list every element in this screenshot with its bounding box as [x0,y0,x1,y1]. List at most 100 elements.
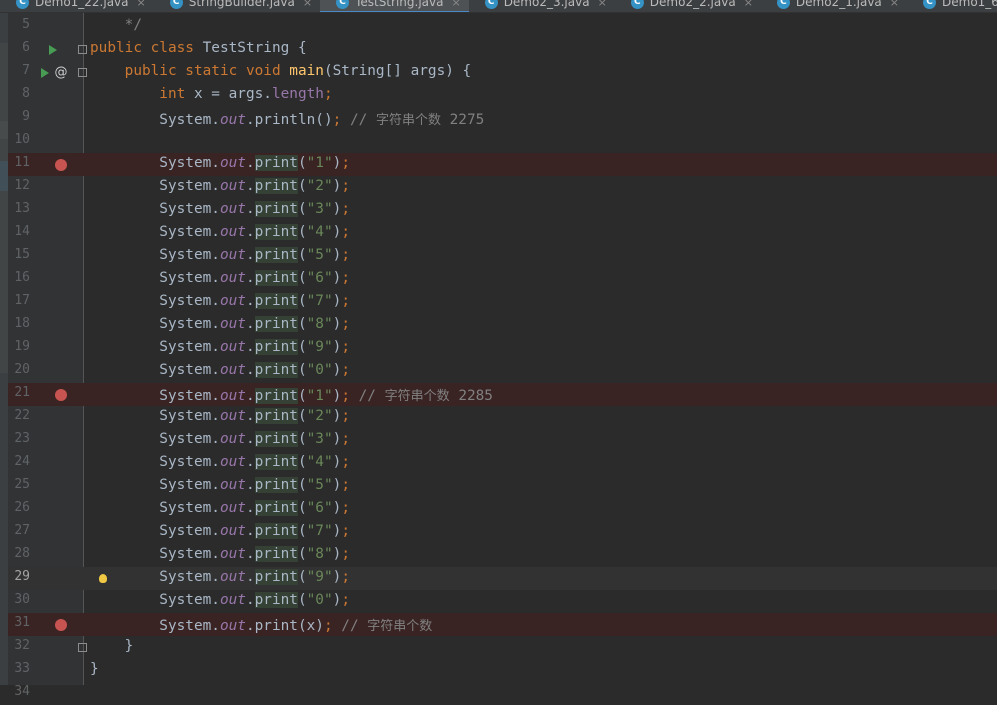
code-line[interactable]: 19 System.out.print("9"); [8,337,997,360]
code-line[interactable]: 13 System.out.print("3"); [8,199,997,222]
code-token: "9" [306,569,333,585]
code-line[interactable]: 28 System.out.print("8"); [8,544,997,567]
line-number[interactable]: 11 [8,155,30,170]
line-number[interactable]: 17 [8,293,30,308]
code-line[interactable]: 7 @ public static void main(String[] args… [8,61,997,84]
code-line[interactable]: 27 System.out.print("7"); [8,521,997,544]
code-line[interactable]: 12 System.out.print("2"); [8,176,997,199]
code-line[interactable]: 21 System.out.print("1"); // 字符串个数 2285 [8,383,997,406]
line-number[interactable]: 8 [8,86,30,101]
code-line[interactable]: 32 } [8,636,997,659]
tab-stringbuilder-java[interactable]: C StringBuilder.java × [154,0,320,11]
code-token: ; [341,546,350,562]
tab-demo2-1-java[interactable]: C Demo2_1.java × [761,0,907,11]
line-number[interactable]: 5 [8,17,30,32]
tab-label: TestString.java [355,0,444,9]
fold-marker-icon[interactable] [77,636,87,659]
close-tab-icon[interactable]: × [303,0,312,9]
line-number[interactable]: 13 [8,201,30,216]
breakpoint-icon[interactable] [54,613,68,636]
line-number[interactable]: 10 [8,132,30,147]
line-number[interactable]: 33 [8,661,30,676]
code-token: out [219,477,246,493]
code-line[interactable]: 26 System.out.print("6"); [8,498,997,521]
fold-marker-icon[interactable] [77,38,87,61]
code-line[interactable]: 30 System.out.print("0"); [8,590,997,613]
code-token: . [245,224,255,240]
code-token: print [254,431,298,447]
code-line[interactable]: 6 public class TestString { [8,38,997,61]
code-token: 字符串个数 [384,389,450,404]
code-token: print [254,201,298,217]
line-number[interactable]: 34 [8,684,30,699]
code-line[interactable]: 16 System.out.print("6"); [8,268,997,291]
code-line[interactable]: 24 System.out.print("4"); [8,452,997,475]
tab-demo1-22-java[interactable]: C Demo1_22.java × [0,0,154,11]
line-number[interactable]: 29 [8,569,30,584]
line-number[interactable]: 25 [8,477,30,492]
code-token: .println() [245,112,333,128]
code-line[interactable]: 14 System.out.print("4"); [8,222,997,245]
code-line[interactable]: 25 System.out.print("5"); [8,475,997,498]
tab-demo1-6-java[interactable]: CDemo1_6.java× [907,0,997,11]
code-line[interactable]: 11 System.out.print("1"); [8,153,997,176]
line-number[interactable]: 31 [8,615,30,630]
code-line[interactable]: 8 int x = args.length; [8,84,997,107]
line-number[interactable]: 15 [8,247,30,262]
line-number[interactable]: 30 [8,592,30,607]
breakpoint-icon[interactable] [54,383,68,406]
run-icon[interactable] [46,38,60,61]
tab-teststring-java[interactable]: C TestString.java × [320,0,469,12]
code-line[interactable]: 23 System.out.print("3"); [8,429,997,452]
line-number[interactable]: 9 [8,109,30,124]
line-number[interactable]: 14 [8,224,30,239]
code-text: System.out.print("8"); [90,546,350,562]
code-line[interactable]: 29 System.out.print("9"); [8,567,997,590]
code-token: ; [341,500,350,516]
line-number[interactable]: 32 [8,638,30,653]
tool-strip-scroll-thumb[interactable] [0,43,8,373]
line-number[interactable]: 12 [8,178,30,193]
code-line[interactable]: 33} [8,659,997,682]
code-token: ) [332,523,342,539]
line-number[interactable]: 18 [8,316,30,331]
code-line[interactable]: 9 System.out.println(); // 字符串个数 2275 [8,107,997,130]
line-number[interactable]: 24 [8,454,30,469]
breakpoint-icon[interactable] [54,153,68,176]
line-number[interactable]: 7 [8,63,30,78]
code-token: main [289,63,324,79]
line-number[interactable]: 16 [8,270,30,285]
line-number[interactable]: 26 [8,500,30,515]
close-tab-icon[interactable]: × [744,0,753,9]
code-line[interactable]: 20 System.out.print("0"); [8,360,997,383]
close-tab-icon[interactable]: × [890,0,899,9]
close-tab-icon[interactable]: × [451,0,460,9]
line-number[interactable]: 28 [8,546,30,561]
run-icon[interactable] [38,61,52,84]
code-line[interactable]: 10 [8,130,997,153]
line-number[interactable]: 6 [8,40,30,55]
code-editor[interactable]: 5 */ 6 public class TestString {7 @ public … [8,15,997,705]
override-icon[interactable]: @ [55,61,68,84]
tab-demo2-2-java[interactable]: C Demo2_2.java × [615,0,761,11]
code-line[interactable]: 22 System.out.print("2"); [8,406,997,429]
project-tool-strip[interactable] [0,13,8,685]
tab-demo2-3-java[interactable]: C Demo2_3.java × [469,0,615,11]
fold-marker-icon[interactable] [77,61,87,84]
close-tab-icon[interactable]: × [137,0,146,9]
code-line[interactable]: 5 */ [8,15,997,38]
line-number[interactable]: 20 [8,362,30,377]
code-line[interactable]: 31 System.out.print(x); // 字符串个数 [8,613,997,636]
line-number[interactable]: 23 [8,431,30,446]
code-token: out [219,500,246,516]
code-line[interactable]: 17 System.out.print("7"); [8,291,997,314]
line-number[interactable]: 21 [8,385,30,400]
line-number[interactable]: 19 [8,339,30,354]
code-line[interactable]: 18 System.out.print("8"); [8,314,997,337]
close-tab-icon[interactable]: × [598,0,607,9]
code-line[interactable]: 34 [8,682,997,705]
line-number[interactable]: 22 [8,408,30,423]
code-token: out [219,431,246,447]
line-number[interactable]: 27 [8,523,30,538]
code-line[interactable]: 15 System.out.print("5"); [8,245,997,268]
